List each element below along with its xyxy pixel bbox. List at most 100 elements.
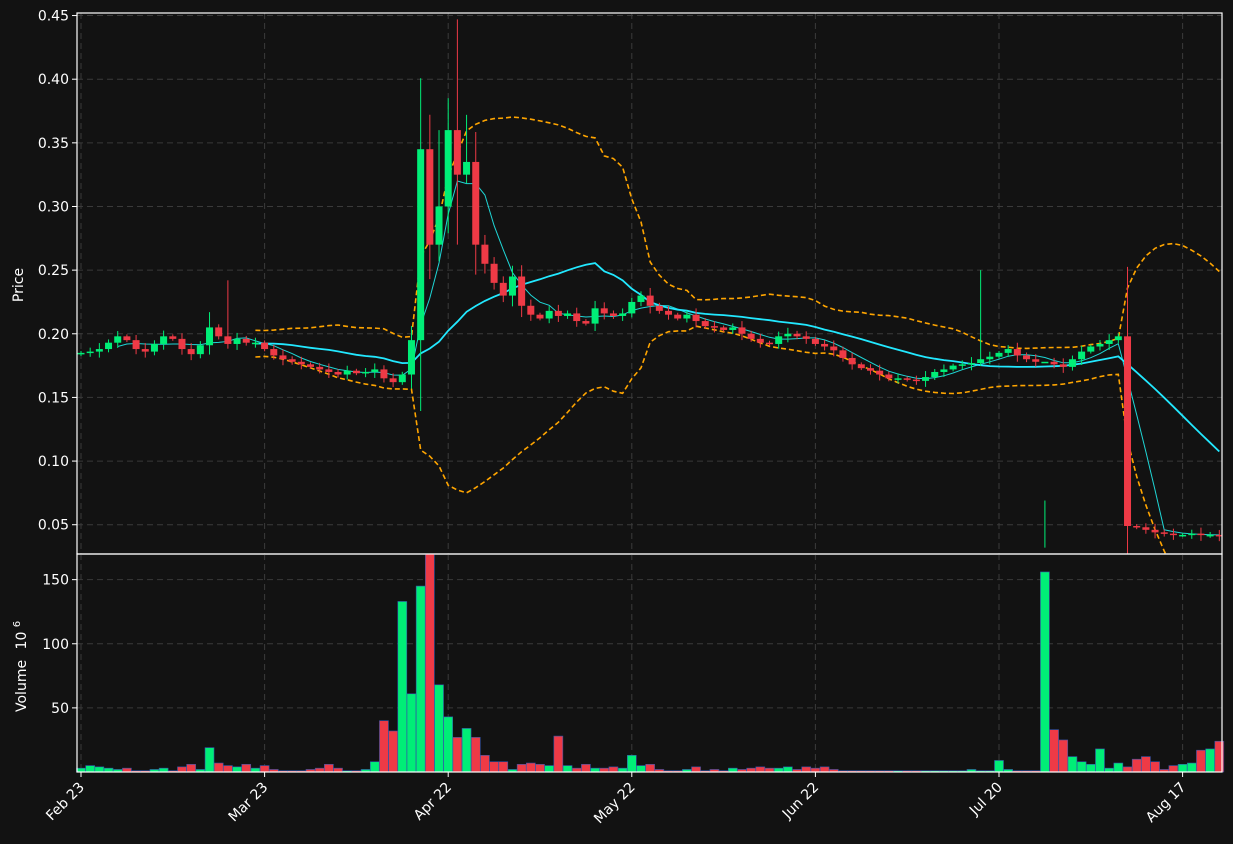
price-tick-label: 0.45 (38, 9, 69, 25)
candle-body (435, 206, 443, 245)
volume-axis-label-text: Volume (14, 660, 30, 712)
volume-bar (626, 755, 637, 773)
candle-body (1050, 361, 1058, 365)
candle-body (536, 314, 544, 319)
volume-bar (526, 762, 536, 773)
candle-body (426, 149, 434, 245)
price-tick-label: 0.35 (38, 136, 69, 152)
volume-bar (1131, 758, 1142, 773)
candle-body (325, 369, 333, 372)
volume-bar (544, 765, 554, 773)
candle-body (738, 327, 746, 334)
candle-body (811, 338, 819, 344)
candle-body (949, 365, 957, 370)
candle-body (270, 349, 278, 356)
volume-axis-label: Volume 10 6 (12, 621, 30, 712)
candle-body (646, 295, 654, 306)
candle-body (582, 321, 590, 324)
candle-body (1151, 529, 1159, 533)
candle-body (848, 357, 856, 365)
volume-bar (608, 766, 619, 773)
candle-body (77, 352, 85, 355)
candle-body (628, 301, 636, 314)
volume-bar (535, 764, 545, 773)
candle-body (105, 342, 113, 350)
candle-body (86, 351, 94, 354)
volume-bar (645, 764, 655, 773)
candle-body (692, 314, 700, 322)
volume-bar (259, 765, 270, 773)
candle-body (995, 352, 1003, 357)
candle-body (977, 359, 985, 364)
candle-body (1179, 534, 1187, 537)
candlestick-chart: 0.05 0.10 0.15 0.20 0.25 0.30 0.35 0.40 0.45 Pri… (0, 0, 1233, 844)
candle-body (141, 349, 149, 352)
candle-body (747, 333, 755, 339)
candle-body (95, 349, 103, 352)
candle-body (1124, 336, 1132, 526)
candle-body (316, 366, 324, 370)
volume-bar (783, 766, 793, 773)
candle-body (380, 369, 388, 379)
candle-body (885, 374, 893, 379)
volume-bar (397, 601, 408, 773)
candle-body (894, 378, 902, 380)
candle-body (132, 340, 140, 350)
candle-body (334, 371, 342, 375)
volume-bar (1095, 748, 1105, 773)
candle-body (307, 364, 314, 367)
candle-body (444, 130, 452, 207)
volume-bar (516, 764, 527, 773)
volume-bar (1058, 739, 1069, 773)
volume-bar (1150, 761, 1160, 773)
volume-bar (177, 766, 187, 773)
volume-bar (213, 762, 224, 773)
candle-body (821, 343, 829, 347)
candle-body (793, 333, 801, 337)
volume-bar (1205, 748, 1215, 773)
candle-body (674, 314, 682, 319)
candle-body (830, 346, 838, 351)
candle-body (187, 349, 195, 355)
candle-body (114, 336, 122, 343)
volume-bar (755, 766, 766, 773)
volume-bar (379, 720, 389, 773)
candle-body (389, 378, 397, 383)
candle-body (756, 338, 764, 343)
volume-bar (388, 730, 398, 773)
volume-tick-label: 50 (51, 701, 69, 717)
volume-bar (994, 760, 1004, 773)
candle-body (986, 356, 994, 360)
candle-body (1068, 359, 1076, 367)
candle-body (1169, 533, 1177, 536)
candle-body (343, 370, 351, 375)
candle-body (766, 342, 773, 345)
candle-body (527, 305, 535, 315)
volume-bar (94, 766, 105, 773)
price-tick-label: 0.20 (38, 327, 69, 343)
candle-body (1206, 534, 1214, 537)
candle-body (1013, 349, 1021, 356)
candle-body (1023, 355, 1031, 360)
candle-body (729, 327, 737, 330)
candle-body (178, 338, 186, 350)
candle-body (123, 336, 131, 341)
candle-body (573, 313, 581, 322)
candle-body (1032, 359, 1040, 362)
candle-body (251, 342, 259, 345)
candle-body (150, 343, 158, 352)
candle-body (1114, 336, 1122, 341)
volume-bar (581, 764, 591, 773)
volume-bar (1067, 756, 1078, 773)
volume-bar (1040, 571, 1050, 773)
candle-body (866, 368, 874, 371)
price-axis-label: Price (11, 268, 27, 302)
volume-bar (636, 765, 646, 773)
volume-bar (232, 766, 242, 773)
volume-bar (562, 765, 573, 773)
volume-axis-label-base: 10 (14, 632, 30, 650)
volume-bar (470, 737, 481, 773)
candle-body (352, 370, 360, 374)
candle-body (1041, 361, 1049, 364)
volume-bar (553, 735, 564, 773)
